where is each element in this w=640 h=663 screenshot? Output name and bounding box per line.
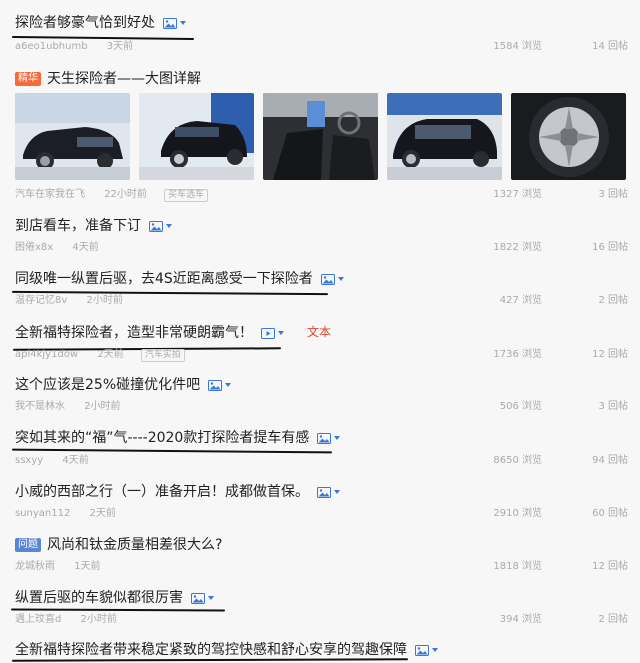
reply-count: 94 回帖 (592, 455, 628, 466)
post-meta: 温存记忆8v 2小时前 427 浏览 2 回帖 (15, 293, 628, 309)
post-meta: 汽车在家我在飞 22小时前 买车选车 1327 浏览 3 回帖 (15, 187, 628, 203)
image-icon[interactable] (163, 17, 186, 29)
view-count: 394 浏览 (499, 614, 542, 625)
post-time: 1天前 (74, 561, 101, 572)
post-title[interactable]: 天生探险者——大图详解 (47, 69, 201, 89)
reply-count: 2 回帖 (598, 614, 628, 625)
post-title[interactable]: 探险者够豪气恰到好处 (15, 13, 155, 33)
view-count: 8650 浏览 (493, 455, 542, 466)
list-item[interactable]: 精华 天生探险者——大图详解 汽车在家我在飞 22小时前 买车选车 1327 浏… (0, 63, 640, 210)
list-item[interactable]: 纵置后驱的车貌似都很厉害 遇上玟喜d 2小时前 394 浏览 2 回帖 (0, 583, 640, 636)
post-title[interactable]: 纵置后驱的车貌似都很厉害 (15, 588, 183, 608)
post-author[interactable]: 我不是林水 (15, 399, 65, 415)
post-author[interactable]: a6eo1ubhumb (15, 39, 88, 55)
reply-count: 14 回帖 (592, 41, 628, 52)
post-title[interactable]: 到店看车，准备下订 (15, 216, 141, 236)
view-count: 2910 浏览 (493, 508, 542, 519)
source-badge[interactable]: 汽车实拍 (140, 349, 185, 362)
question-badge: 问题 (15, 538, 41, 552)
post-title[interactable]: 同级唯一纵置后驱，去4S近距离感受一下探险者 (15, 269, 313, 289)
post-title[interactable]: 这个应该是25%碰撞优化件吧 (15, 375, 200, 395)
list-item[interactable]: 同级唯一纵置后驱，去4S近距离感受一下探险者 温存记忆8v 2小时前 427 浏… (0, 262, 640, 317)
view-count: 1736 浏览 (493, 349, 542, 360)
thumbnail-image[interactable] (15, 93, 130, 180)
post-time: 2小时前 (86, 295, 123, 306)
post-author[interactable]: 遇上玟喜d (15, 612, 61, 628)
post-title[interactable]: 突如其来的“福”气----2020款打探险者提车有感 (15, 428, 309, 448)
annotation-note: 文本 (307, 325, 332, 339)
essence-badge: 精华 (15, 72, 41, 86)
image-icon[interactable] (415, 644, 438, 656)
list-item[interactable]: 全新福特探险者，造型非常硬朗霸气！ 文本 api4kjy1dow 2天前 汽车实… (0, 316, 640, 370)
post-author[interactable]: ssxyy (15, 453, 43, 469)
post-meta: api4kjy1dow 2天前 汽车实拍 1736 浏览 12 回帖 (15, 347, 628, 363)
post-author[interactable]: 汽车在家我在飞 (15, 187, 85, 203)
image-icon[interactable] (317, 432, 341, 444)
view-count: 427 浏览 (499, 295, 542, 306)
post-time: 2小时前 (80, 614, 117, 625)
post-meta: a6eo1ubhumb 3天前 1584 浏览 14 回帖 (15, 39, 628, 55)
list-item[interactable]: 问题 风尚和钛金质量相差很大么? 龙城秋雨 1天前 1818 浏览 12 回帖 (0, 530, 640, 584)
post-time: 22小时前 (104, 189, 147, 200)
list-item[interactable]: 到店看车，准备下订 困倦x8x 4天前 1822 浏览 16 回帖 (0, 209, 640, 263)
view-count: 506 浏览 (499, 401, 542, 412)
reply-count: 12 回帖 (592, 561, 628, 572)
thumbnail-image[interactable] (387, 93, 502, 180)
list-item[interactable]: 小威的西部之行（一）准备开启！成都做首保。 sunyan112 2天前 2910… (0, 476, 640, 531)
post-time: 2天前 (89, 508, 116, 519)
list-item[interactable]: 探险者够豪气恰到好处 a6eo1ubhumb 3天前 1584 浏览 14 回帖 (0, 0, 640, 64)
post-meta: 遇上玟喜d 2小时前 394 浏览 2 回帖 (15, 612, 628, 628)
reply-count: 3 回帖 (598, 189, 628, 200)
image-icon[interactable] (191, 592, 214, 604)
post-time: 2小时前 (84, 401, 121, 412)
post-title[interactable]: 小威的西部之行（一）准备开启！成都做首保。 (15, 482, 309, 502)
image-icon[interactable] (320, 273, 344, 285)
reply-count: 2 回帖 (598, 295, 628, 306)
source-badge[interactable]: 买车选车 (164, 189, 209, 202)
post-time: 4天前 (72, 242, 99, 253)
reply-count: 12 回帖 (592, 349, 628, 360)
view-count: 1327 浏览 (493, 189, 542, 200)
list-item[interactable]: 这个应该是25%碰撞优化件吧 我不是林水 2小时前 506 浏览 3 回帖 (0, 369, 640, 423)
post-meta: 我不是林水 2小时前 506 浏览 3 回帖 (15, 399, 628, 415)
image-icon[interactable] (208, 379, 232, 391)
post-title[interactable]: 风尚和钛金质量相差很大么? (47, 535, 222, 555)
image-icon[interactable] (149, 220, 172, 232)
post-time: 2天前 (97, 349, 124, 360)
post-meta: ssxyy 4天前 8650 浏览 94 回帖 (15, 453, 628, 469)
post-meta: 龙城秋雨 1天前 1818 浏览 12 回帖 (15, 559, 628, 575)
list-item[interactable]: 全新福特探险者带来稳定紧致的驾控快感和舒心安享的驾趣保障 (0, 635, 640, 663)
view-count: 1822 浏览 (493, 242, 542, 253)
post-meta: sunyan112 2天前 2910 浏览 60 回帖 (15, 506, 628, 522)
post-title[interactable]: 全新福特探险者带来稳定紧致的驾控快感和舒心安享的驾趣保障 (15, 640, 407, 660)
thumbnail-image[interactable] (139, 93, 254, 180)
view-count: 1818 浏览 (493, 561, 542, 572)
post-author[interactable]: 困倦x8x (15, 240, 53, 256)
reply-count: 16 回帖 (592, 242, 628, 253)
post-author[interactable]: api4kjy1dow (15, 347, 78, 363)
thumbnail-strip (15, 93, 626, 180)
thumbnail-image[interactable] (511, 93, 626, 180)
view-count: 1584 浏览 (493, 41, 542, 52)
thumbnail-image[interactable] (263, 93, 378, 180)
image-icon[interactable] (317, 486, 340, 498)
reply-count: 3 回帖 (598, 401, 628, 412)
post-author[interactable]: sunyan112 (15, 506, 70, 522)
hand-underline (11, 658, 409, 662)
list-item[interactable]: 突如其来的“福”气----2020款打探险者提车有感 ssxyy 4天前 865… (0, 422, 640, 477)
post-author[interactable]: 龙城秋雨 (15, 559, 55, 575)
post-time: 4天前 (62, 455, 89, 466)
post-time: 3天前 (106, 41, 134, 52)
video-icon[interactable] (261, 327, 284, 339)
reply-count: 60 回帖 (592, 508, 628, 519)
post-meta: 困倦x8x 4天前 1822 浏览 16 回帖 (15, 240, 628, 256)
post-title[interactable]: 全新福特探险者，造型非常硬朗霸气！ (15, 323, 253, 343)
post-author[interactable]: 温存记忆8v (15, 293, 67, 309)
